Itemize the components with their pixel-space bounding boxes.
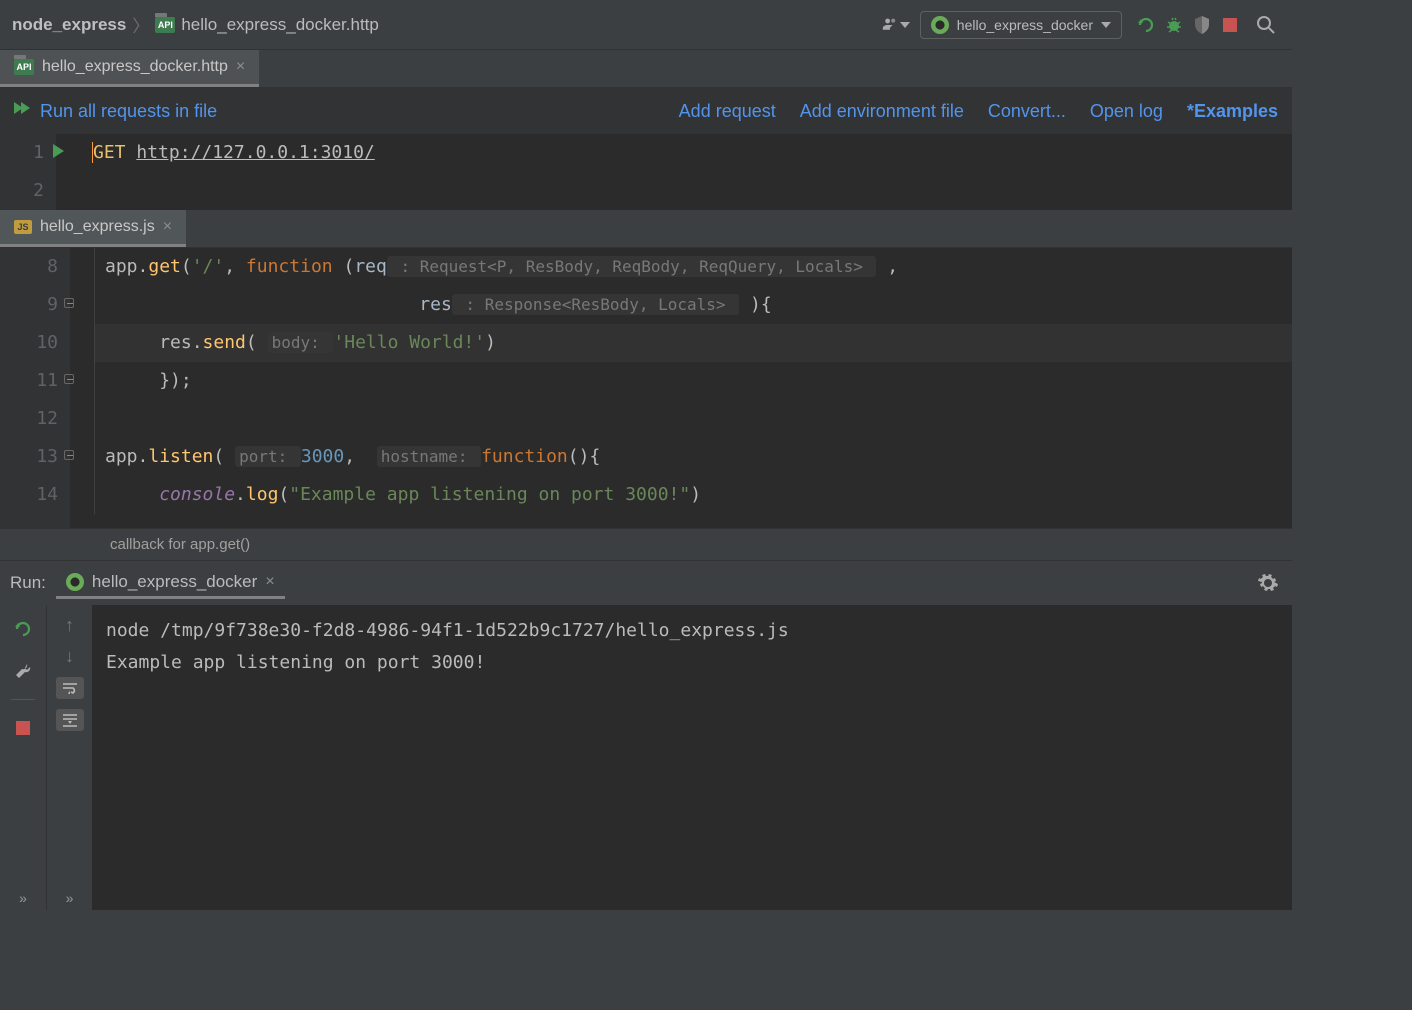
debug-icon[interactable] [1160,11,1188,39]
line-number: 9 [47,294,58,315]
http-url[interactable]: http://127.0.0.1:3010/ [136,142,374,163]
line-number: 8 [47,256,58,277]
stop-icon [1223,18,1237,32]
run-tab[interactable]: hello_express_docker × [56,568,285,599]
gutter: 8 9 10 11 12 13 14 [0,248,70,528]
line-number: 2 [33,180,44,201]
tab-label: hello_express_docker.http [42,58,228,76]
inlay-hint: hostname: [377,446,481,467]
main-toolbar: node_express 〉 API hello_express_docker.… [0,0,1292,50]
add-env-link[interactable]: Add environment file [800,101,964,122]
run-all-icon [14,102,32,120]
settings-icon[interactable] [1254,569,1282,597]
js-editor-tabbar: JS hello_express.js × [0,210,1292,248]
run-panel: Run: hello_express_docker × » ↑ ↓ » [0,560,1292,910]
api-file-icon: API [14,59,34,75]
run-all-button[interactable]: Run all requests in file [14,101,217,122]
inlay-hint: body: [268,332,334,353]
stop-icon [16,721,30,735]
stop-button[interactable] [1216,11,1244,39]
expand-icon[interactable]: » [0,886,46,910]
code-breadcrumb[interactable]: callback for app.get() [0,528,1292,560]
close-icon[interactable]: × [265,573,274,591]
gutter: 1 2 [0,134,56,210]
close-icon[interactable]: × [236,58,245,76]
tab-js-file[interactable]: JS hello_express.js × [0,210,186,247]
fold-icon[interactable] [64,374,74,384]
run-configuration-dropdown[interactable]: hello_express_docker [920,11,1122,39]
chevron-down-icon [1101,22,1111,28]
js-file-icon: JS [14,220,32,234]
coverage-icon[interactable] [1188,11,1216,39]
inlay-hint: port: [235,446,301,467]
open-log-link[interactable]: Open log [1090,101,1163,122]
line-number: 14 [36,484,58,505]
down-arrow-icon[interactable]: ↓ [65,646,74,667]
up-arrow-icon[interactable]: ↑ [65,615,74,636]
fold-icon[interactable] [64,450,74,460]
run-config-name: hello_express_docker [957,17,1093,33]
line-number: 10 [36,332,58,353]
chevron-down-icon [900,22,910,28]
http-editor-tabbar: API hello_express_docker.http × [0,50,1292,88]
close-icon[interactable]: × [163,218,172,236]
add-request-link[interactable]: Add request [679,101,776,122]
code-area[interactable]: app.get('/', function (req : Request<P, … [70,248,1292,528]
http-editor[interactable]: 1 2 GET http://127.0.0.1:3010/ [0,134,1292,210]
console-output[interactable]: node /tmp/9f738e30-f2d8-4986-94f1-1d522b… [92,605,1292,910]
tab-label: hello_express.js [40,218,155,236]
http-actions-bar: Run all requests in file Add request Add… [0,88,1292,134]
api-file-icon: API [155,17,175,33]
line-number: 13 [36,446,58,467]
rerun-icon[interactable] [1132,11,1160,39]
breadcrumb-file[interactable]: hello_express_docker.http [181,15,379,35]
scroll-end-icon[interactable] [56,709,84,731]
console-line: Example app listening on port 3000! [106,647,1278,679]
nodejs-icon [931,16,949,34]
tab-http-file[interactable]: API hello_express_docker.http × [0,50,259,87]
code-area[interactable]: GET http://127.0.0.1:3010/ [56,134,1292,210]
wrench-icon[interactable] [9,657,37,685]
run-tab-name: hello_express_docker [92,572,257,592]
convert-link[interactable]: Convert... [988,101,1066,122]
run-label: Run: [10,573,46,593]
chevron-right-icon: 〉 [132,12,149,37]
rerun-icon[interactable] [9,615,37,643]
line-number: 1 [33,142,44,163]
run-console-toolbar: ↑ ↓ » [46,605,92,910]
fold-icon[interactable] [64,298,74,308]
soft-wrap-icon[interactable] [56,677,84,699]
js-editor[interactable]: 8 9 10 11 12 13 14 app.get('/', function… [0,248,1292,528]
nodejs-icon [66,573,84,591]
console-line: node /tmp/9f738e30-f2d8-4986-94f1-1d522b… [106,615,1278,647]
run-request-icon[interactable] [53,144,64,158]
inlay-hint: : Response<ResBody, Locals> [452,294,739,315]
examples-link[interactable]: *Examples [1187,101,1278,122]
run-left-toolbar: » [0,605,46,910]
http-method: GET [93,142,126,163]
breadcrumb: node_express 〉 API hello_express_docker.… [12,12,379,37]
expand-icon[interactable]: » [47,886,93,910]
search-icon[interactable] [1252,11,1280,39]
run-panel-header: Run: hello_express_docker × [0,561,1292,605]
user-icon[interactable] [882,11,910,39]
breadcrumb-project[interactable]: node_express [12,15,126,35]
run-all-label: Run all requests in file [40,101,217,122]
line-number: 11 [36,370,58,391]
stop-button[interactable] [9,714,37,742]
inlay-hint: : Request<P, ResBody, ReqBody, ReqQuery,… [387,256,877,277]
line-number: 12 [36,408,58,429]
